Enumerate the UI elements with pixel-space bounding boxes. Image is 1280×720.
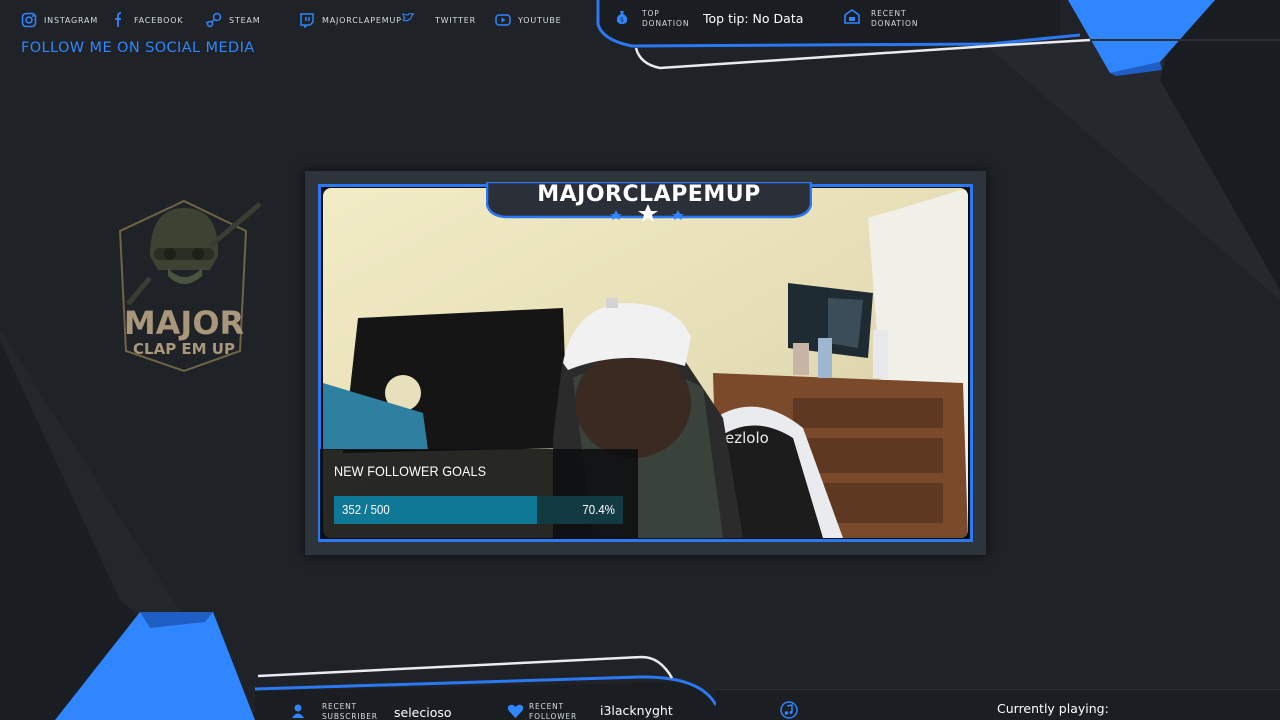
social-steam[interactable]: STEAM xyxy=(205,10,260,30)
logo-text-major: MAJOR xyxy=(124,304,244,342)
social-label: TWITTER xyxy=(435,15,477,25)
social-label: STEAM xyxy=(229,15,261,25)
goal-percent: 70.4% xyxy=(582,502,615,517)
top-donation-value: Top tip: No Data xyxy=(703,11,804,26)
top-donation-label: TOP DONATION xyxy=(642,9,689,29)
recent-subscriber-label-line1: RECENT xyxy=(322,702,357,711)
top-donation-label-line1: TOP xyxy=(642,9,660,18)
svg-text:$: $ xyxy=(620,17,624,24)
recent-donation-label: RECENT DONATION xyxy=(871,9,918,29)
facebook-icon xyxy=(110,11,128,29)
social-label: MAJORCLAPEMUP xyxy=(322,15,402,25)
heart-icon xyxy=(507,704,524,720)
recent-subscriber-label: RECENT SUBSCRIBER xyxy=(322,702,378,720)
social-label: INSTAGRAM xyxy=(44,15,99,25)
social-label: YOUTUBE xyxy=(518,15,562,25)
piggy-bank-icon xyxy=(843,9,861,29)
logo-text-clap: CLAP EM UP xyxy=(133,340,235,358)
channel-name: MAJORCLAPEMUP xyxy=(537,182,761,207)
recent-donation-label-line2: DONATION xyxy=(871,19,919,28)
money-bag-icon: $ xyxy=(614,9,630,29)
music-note-icon xyxy=(780,701,798,720)
channel-logo: MAJOR CLAP EM UP xyxy=(118,199,262,373)
instagram-icon xyxy=(20,11,38,29)
recent-subscriber-label-line2: SUBSCRIBER xyxy=(322,712,378,720)
goal-count: 352 / 500 xyxy=(342,502,390,517)
social-twitter-label[interactable]: TWITTER xyxy=(435,10,476,30)
recent-follower-value: i3lacknyght xyxy=(600,703,673,718)
follower-goal-widget: NEW FOLLOWER GOALS 352 / 500 70.4% xyxy=(320,449,638,539)
twitter-icon xyxy=(402,13,414,23)
user-icon xyxy=(291,703,305,720)
recent-subscriber-value: selecioso xyxy=(394,705,452,720)
social-twitch[interactable]: MAJORCLAPEMUP xyxy=(298,10,402,30)
recent-follower-label-line2: FOLLOWER xyxy=(529,712,577,720)
goal-progress-bar: 352 / 500 70.4% xyxy=(334,496,623,524)
social-instagram[interactable]: INSTAGRAM xyxy=(20,10,98,30)
social-bar: INSTAGRAM FACEBOOK STEAM MAJORCLAPEMUP T… xyxy=(0,0,600,40)
now-playing-label: Currently playing: xyxy=(997,701,1109,716)
social-youtube[interactable]: YOUTUBE xyxy=(494,10,562,30)
chair-brand: ezlolo xyxy=(725,429,769,447)
recent-donation-label-line1: RECENT xyxy=(871,9,907,18)
social-twitter[interactable] xyxy=(402,8,414,28)
social-heading: FOLLOW ME ON SOCIAL MEDIA xyxy=(21,40,255,56)
recent-follower-label: RECENT FOLLOWER xyxy=(529,702,577,720)
recent-follower-label-line1: RECENT xyxy=(529,702,564,711)
goal-title: NEW FOLLOWER GOALS xyxy=(334,463,487,479)
top-donation-label-line2: DONATION xyxy=(642,19,690,28)
youtube-icon xyxy=(494,11,512,29)
social-facebook[interactable]: FACEBOOK xyxy=(110,10,183,30)
steam-icon xyxy=(205,11,223,29)
social-label: FACEBOOK xyxy=(134,15,184,25)
twitch-icon xyxy=(298,11,316,29)
